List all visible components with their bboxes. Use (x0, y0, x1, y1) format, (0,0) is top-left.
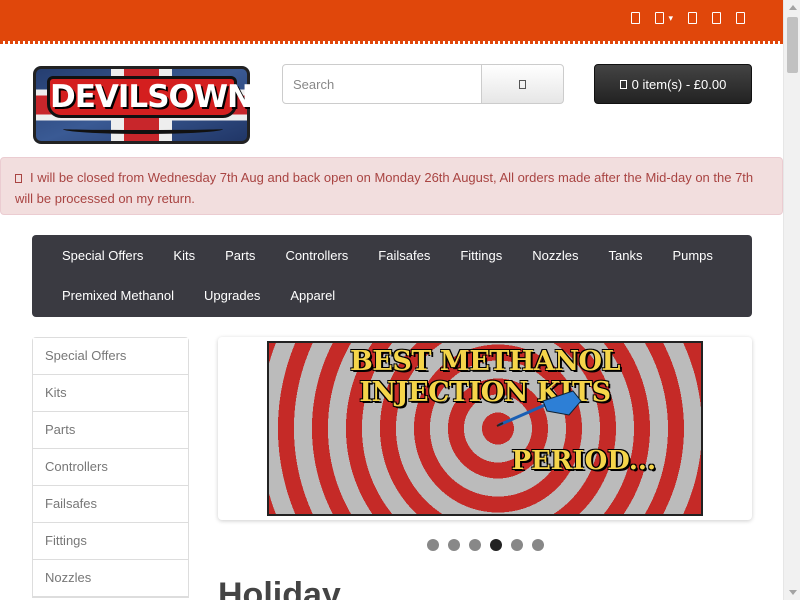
top-links: ▾ (631, 11, 745, 24)
scroll-up-arrow-icon[interactable] (789, 5, 797, 10)
category-sidebar: Special Offers Kits Parts Controllers Fa… (32, 337, 189, 598)
info-icon (15, 174, 22, 183)
phone-icon[interactable] (631, 11, 641, 24)
carousel-dot[interactable] (469, 539, 481, 551)
sidebar-item-nozzles[interactable]: Nozzles (33, 560, 188, 597)
sidebar-item-kits[interactable]: Kits (33, 375, 188, 412)
nav-item-upgrades[interactable]: Upgrades (189, 275, 275, 315)
main-nav: Special Offers Kits Parts Controllers Fa… (32, 235, 752, 317)
scroll-down-arrow-icon[interactable] (789, 590, 797, 595)
cart-label: 0 item(s) - £0.00 (631, 76, 727, 92)
holiday-alert: I will be closed from Wednesday 7th Aug … (0, 157, 783, 215)
banner-subtitle: PERIOD... (511, 446, 656, 476)
banner-image[interactable]: BEST METHANOL INJECTION KITS PERIOD... (267, 341, 703, 516)
search-button[interactable] (481, 64, 564, 104)
chevron-down-icon[interactable]: ▾ (668, 13, 673, 24)
heart-icon[interactable] (688, 11, 697, 24)
cart-button[interactable]: 0 item(s) - £0.00 (594, 64, 752, 104)
nav-item-parts[interactable]: Parts (210, 235, 270, 275)
nav-item-fittings[interactable]: Fittings (445, 235, 517, 275)
carousel-dot[interactable] (511, 539, 523, 551)
search-icon (519, 79, 526, 89)
top-bar: ▾ (0, 0, 783, 44)
logo-swoosh (63, 124, 223, 134)
carousel-dot[interactable] (532, 539, 544, 551)
nav-item-apparel[interactable]: Apparel (275, 275, 350, 315)
sidebar-item-special-offers[interactable]: Special Offers (33, 338, 188, 375)
page-scrollbar[interactable] (783, 0, 800, 600)
site-logo[interactable]: DEVILSOWN (33, 66, 250, 144)
nav-item-premixed-methanol[interactable]: Premixed Methanol (47, 275, 189, 315)
scrollbar-thumb[interactable] (787, 17, 798, 73)
carousel-pagination (427, 539, 544, 551)
carousel-dot[interactable] (448, 539, 460, 551)
nav-item-controllers[interactable]: Controllers (270, 235, 363, 275)
search-input[interactable] (282, 64, 482, 104)
sidebar-item-parts[interactable]: Parts (33, 412, 188, 449)
nav-item-special-offers[interactable]: Special Offers (47, 235, 158, 275)
sidebar-item-controllers[interactable]: Controllers (33, 449, 188, 486)
logo-text: DEVILSOWN (47, 76, 250, 118)
user-icon[interactable] (655, 11, 665, 24)
cart-icon[interactable] (712, 11, 721, 24)
cart-icon (619, 79, 627, 89)
nav-item-tanks[interactable]: Tanks (593, 235, 657, 275)
banner-title: BEST METHANOL INJECTION KITS (349, 346, 621, 408)
sidebar-item-failsafes[interactable]: Failsafes (33, 486, 188, 523)
sidebar-item-fittings[interactable]: Fittings (33, 523, 188, 560)
nav-item-pumps[interactable]: Pumps (657, 235, 727, 275)
page-heading: Holiday (218, 576, 341, 600)
nav-item-failsafes[interactable]: Failsafes (363, 235, 445, 275)
alert-text: I will be closed from Wednesday 7th Aug … (15, 170, 754, 206)
nav-item-kits[interactable]: Kits (158, 235, 210, 275)
banner-carousel[interactable]: BEST METHANOL INJECTION KITS PERIOD... (218, 337, 752, 520)
nav-item-nozzles[interactable]: Nozzles (517, 235, 593, 275)
share-icon[interactable] (736, 11, 745, 24)
carousel-dot[interactable] (427, 539, 439, 551)
carousel-dot-active[interactable] (490, 539, 502, 551)
dart-icon (496, 390, 582, 427)
